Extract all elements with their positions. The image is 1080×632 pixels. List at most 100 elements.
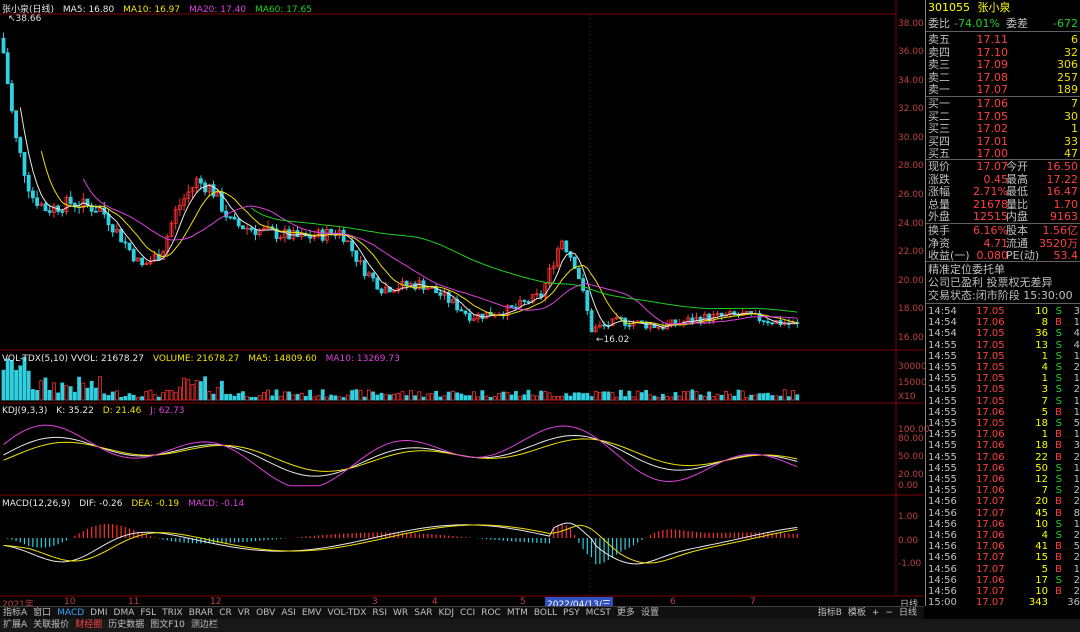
candle-body xyxy=(14,110,19,139)
volume-bar xyxy=(89,380,94,401)
candle-body xyxy=(585,290,590,311)
volume-bar xyxy=(140,396,145,401)
kline-chart-svg[interactable] xyxy=(0,0,924,606)
asks-row[interactable]: 卖四 17.10 32 xyxy=(928,46,1078,59)
vol-header: VOL-TDX(5,10) VVOL: 21678.27 VOLUME: 216… xyxy=(2,354,406,364)
volume-bar xyxy=(442,395,447,401)
volume-bar xyxy=(770,395,774,401)
volume-bar xyxy=(350,390,355,401)
candle-body xyxy=(249,227,254,231)
macd-axis-tick: 1.00 xyxy=(898,512,919,522)
volume-bar xyxy=(753,394,758,401)
volume-bar xyxy=(232,395,237,401)
volume-bar xyxy=(791,390,795,401)
kline-chart-area[interactable]: 张小泉(日线) MA5: 16.80 MA10: 16.97 MA20: 17.… xyxy=(0,0,930,610)
volume-bar xyxy=(661,393,665,401)
price-axis-tick: 36.00 xyxy=(898,47,924,57)
volume-bar xyxy=(14,369,19,401)
candle-body xyxy=(577,268,581,280)
volume-bar xyxy=(77,376,81,401)
kdj-j-line xyxy=(3,424,798,487)
volume-bar xyxy=(194,380,199,401)
volume-bar xyxy=(539,390,543,401)
volume-bar xyxy=(73,391,77,401)
volume-bar xyxy=(387,394,392,401)
info-order[interactable]: 精准定位委托单 xyxy=(928,263,1078,276)
status-item-4[interactable]: 图文F10 xyxy=(147,619,188,632)
stats-row: 外盘 12515 内盘 9163 xyxy=(928,210,1078,224)
volume-bar xyxy=(278,395,283,401)
bids-row[interactable]: 买三 17.02 1 xyxy=(928,122,1078,135)
candle-body xyxy=(47,210,52,213)
indicator-tabbar: 指标A 窗口 MACD DMI DMA FSL TRIX BRAR CR VR OBV ASI EMV V… xyxy=(0,606,924,620)
volume-bar xyxy=(711,396,716,401)
volume-bar xyxy=(589,396,594,401)
stock-name: 张小泉 xyxy=(977,1,1011,14)
volume-bar xyxy=(169,390,174,401)
stats2-row: 收益(一) 0.080 PE(动) 53.4 xyxy=(928,249,1078,263)
status-item-0[interactable]: 扩展A xyxy=(0,619,30,632)
status-item-5[interactable]: 测边栏 xyxy=(188,619,221,632)
candle-body xyxy=(1,37,6,54)
stats-row: 涨跌 0.45 最高 17.22 xyxy=(928,172,1078,186)
status-item-2[interactable]: 财经圈 xyxy=(72,619,105,632)
bids-row[interactable]: 买二 17.05 30 xyxy=(928,110,1078,123)
candle-body xyxy=(459,309,464,312)
volume-bar xyxy=(698,394,703,401)
volume-bar xyxy=(480,390,485,401)
candle-body xyxy=(5,52,10,85)
candle-body xyxy=(644,321,648,329)
asks-row[interactable]: 卖五 17.11 6 xyxy=(928,33,1078,46)
candle-body xyxy=(18,137,23,153)
asks-row[interactable]: 卖二 17.08 257 xyxy=(928,71,1078,84)
volume-bar xyxy=(484,395,489,401)
kdj-d: D: 21.46 xyxy=(102,406,142,416)
info-status: 交易状态:闭市阶段 15:30:00 xyxy=(928,289,1073,302)
candle-body xyxy=(110,224,115,233)
volume-bar xyxy=(253,396,258,401)
stock-code: 301055 xyxy=(928,1,970,14)
asks-row[interactable]: 卖三 17.09 306 xyxy=(928,58,1078,71)
volume-bar xyxy=(245,396,250,401)
volume-bar xyxy=(30,389,35,401)
volume-bar xyxy=(556,396,560,401)
ma10-label: MA10: 16.97 xyxy=(123,5,181,15)
status-item-1[interactable]: 关联报价 xyxy=(30,619,72,632)
volume-bar xyxy=(203,376,208,401)
volume-bar xyxy=(5,358,10,401)
candle-body xyxy=(463,310,468,314)
vol-ma5: MA5: 14809.60 xyxy=(248,354,317,364)
volume-bar xyxy=(371,391,376,401)
vol-axis-tick: 30000 xyxy=(898,362,927,372)
kdj-k: K: 35.22 xyxy=(56,406,94,416)
asks-row[interactable]: 卖一 17.07 189 xyxy=(928,83,1078,96)
candle-body xyxy=(404,281,409,287)
vol-volume: VOLUME: 21678.27 xyxy=(152,354,240,364)
volume-bar xyxy=(488,397,493,401)
volume-bar xyxy=(299,392,304,401)
low-price-mark: ←16.02 xyxy=(596,335,630,345)
volume-bar xyxy=(560,395,564,401)
bids-row[interactable]: 买一 17.06 7 xyxy=(928,97,1078,110)
info-profit: 公司已盈利 投票权无差异 xyxy=(928,276,1053,289)
status-item-3[interactable]: 历史数据 xyxy=(105,619,147,632)
status-bar: 扩展A 关联报价 财经圈 历史数据 图文F10 测边栏 xyxy=(0,619,1080,632)
bids-row[interactable]: 买四 17.01 33 xyxy=(928,135,1078,148)
volume-bar xyxy=(354,389,359,401)
kdj-j: J: 62.73 xyxy=(150,406,185,416)
bids-row[interactable]: 买五 17.00 47 xyxy=(928,147,1078,160)
volume-bar xyxy=(438,396,443,401)
volume-bar xyxy=(266,389,271,401)
volume-bar xyxy=(400,391,405,401)
volume-bar xyxy=(379,392,384,401)
volume-bar xyxy=(52,382,56,401)
price-axis-tick: 24.00 xyxy=(898,219,924,229)
volume-bar xyxy=(640,392,644,401)
volume-bar xyxy=(211,393,216,401)
ma20-line xyxy=(82,178,798,325)
price-axis-tick: 34.00 xyxy=(898,76,924,86)
volume-bar xyxy=(261,392,266,401)
candle-body xyxy=(240,225,245,230)
candle-body xyxy=(123,241,128,244)
volume-bar xyxy=(619,389,623,401)
